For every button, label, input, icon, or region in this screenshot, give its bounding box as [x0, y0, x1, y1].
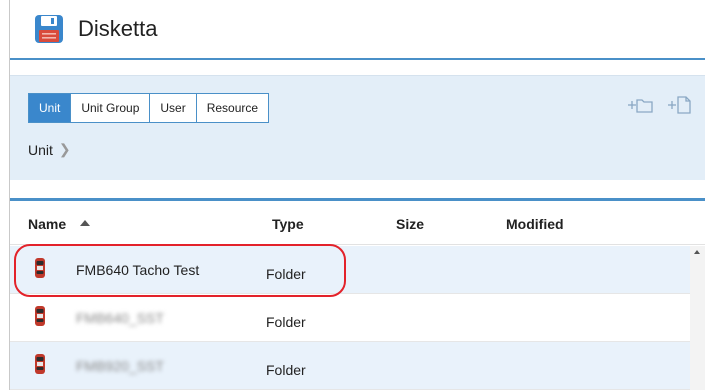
- app-window: Disketta Unit Unit Group User Resource U…: [0, 0, 705, 390]
- column-header-type[interactable]: Type: [272, 216, 304, 232]
- breadcrumb: Unit ❯: [28, 141, 71, 158]
- tab-unit[interactable]: Unit: [29, 94, 72, 122]
- left-edge-border: [0, 0, 10, 390]
- toolbar-actions: [627, 94, 693, 116]
- column-header-name[interactable]: Name: [28, 216, 91, 232]
- app-title: Disketta: [78, 16, 158, 41]
- row-type: Folder: [266, 314, 306, 330]
- sort-ascending-icon: [80, 220, 91, 227]
- toolbar-panel: Unit Unit Group User Resource Unit ❯: [10, 75, 705, 180]
- table-row[interactable]: FMB640_SST Folder: [10, 294, 690, 342]
- file-list: FMB640 Tacho Test Folder FMB640_SST Fold…: [10, 246, 690, 390]
- row-name-redacted: FMB920_SST: [76, 358, 164, 374]
- add-folder-icon[interactable]: [627, 94, 653, 116]
- floppy-disk-icon: [35, 15, 63, 43]
- app-header: Disketta: [12, 0, 705, 56]
- row-name: FMB640 Tacho Test: [76, 262, 200, 278]
- breadcrumb-item-unit[interactable]: Unit: [28, 142, 53, 158]
- tab-user[interactable]: User: [150, 94, 197, 122]
- chevron-right-icon: ❯: [58, 141, 71, 157]
- entity-type-tabs: Unit Unit Group User Resource: [28, 93, 270, 123]
- header-divider: [10, 58, 705, 60]
- column-header-modified[interactable]: Modified: [506, 216, 564, 232]
- scroll-up-arrow-icon[interactable]: [694, 250, 700, 254]
- row-name-redacted: FMB640_SST: [76, 310, 164, 326]
- table-row[interactable]: FMB920_SST Folder: [10, 342, 690, 390]
- row-type: Folder: [266, 266, 306, 282]
- table-row[interactable]: FMB640 Tacho Test Folder: [10, 246, 690, 294]
- add-file-icon[interactable]: [667, 94, 693, 116]
- column-header-size[interactable]: Size: [396, 216, 424, 232]
- row-type: Folder: [266, 362, 306, 378]
- table-header: Name Type Size Modified: [10, 201, 705, 245]
- column-name-label: Name: [28, 216, 67, 232]
- vehicle-icon: [35, 354, 45, 374]
- vehicle-icon: [35, 306, 45, 326]
- vehicle-icon: [35, 258, 45, 278]
- tab-resource[interactable]: Resource: [197, 94, 268, 122]
- vertical-scrollbar[interactable]: [690, 246, 705, 390]
- tab-unit-group[interactable]: Unit Group: [71, 94, 151, 122]
